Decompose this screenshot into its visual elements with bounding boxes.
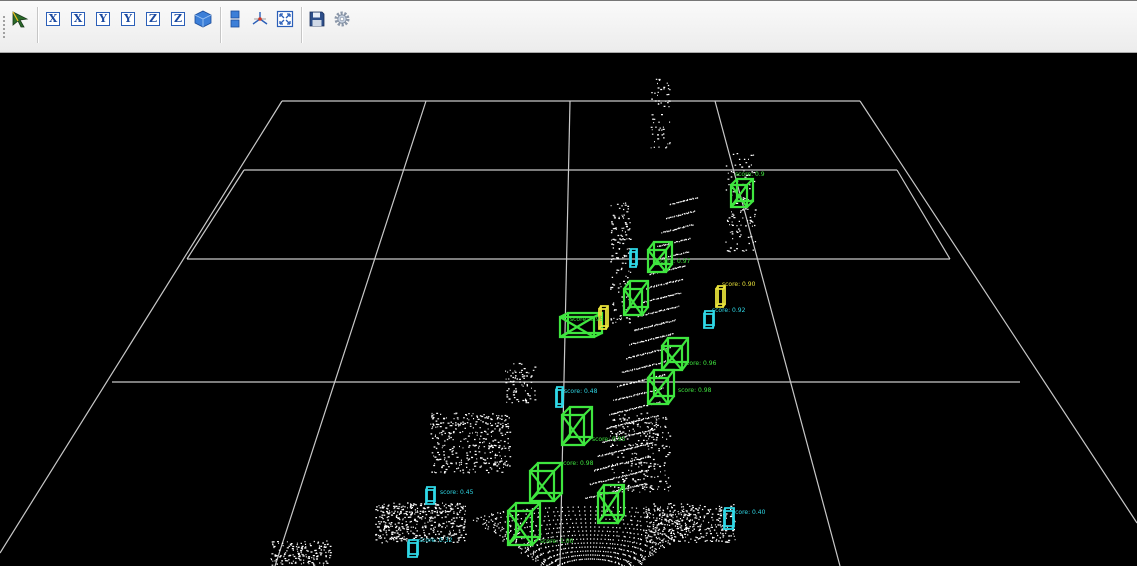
car-bounding-box [596, 483, 626, 525]
toolbar-separator [220, 7, 222, 43]
lidar-points [270, 78, 757, 566]
detection-score-label: score: 0.32 [419, 537, 453, 544]
car-bounding-box [560, 405, 594, 447]
axis-z-icon: Z [171, 12, 185, 26]
toolbar-separator [301, 7, 303, 43]
detection-score-label: score: 0.92 [712, 307, 746, 314]
detection-score-label: score: 0.9 [735, 171, 765, 178]
detection-score-label: score: 0.98 [560, 460, 594, 467]
settings-button[interactable] [332, 9, 352, 29]
point-cloud-viewport[interactable]: score: 0.9 score: 0.97 score: 0.90 score: 0… [0, 53, 1137, 566]
grid-line [714, 100, 841, 566]
toolbar-grip-handle[interactable] [2, 15, 6, 39]
toolbar-separator [37, 7, 39, 43]
view-z-positive-button[interactable]: Z [143, 9, 163, 29]
car-bounding-box [506, 501, 542, 547]
layers-icon [230, 10, 240, 28]
grid-line [0, 100, 283, 554]
cyclist-bounding-box [715, 285, 726, 308]
view-toolbar: X X Y Y Z Z [0, 0, 1137, 53]
grid-line [896, 169, 951, 260]
axis-y-icon: Y [96, 12, 110, 26]
axis-x-icon: X [46, 12, 60, 26]
view-x-positive-button[interactable]: X [43, 9, 63, 29]
car-bounding-box [622, 279, 650, 317]
axis-z-icon: Z [146, 12, 160, 26]
detection-score-labels: score: 0.9 score: 0.97 score: 0.90 score: 0… [419, 171, 766, 545]
car-bounding-box [528, 461, 564, 503]
detection-score-label: score: 0.95 [570, 316, 604, 323]
view-z-negative-button[interactable]: Z [168, 9, 188, 29]
view-y-negative-button[interactable]: Y [118, 9, 138, 29]
view-iso-button[interactable] [193, 9, 213, 29]
select-tool-button[interactable] [10, 9, 30, 29]
detection-boxes [407, 177, 755, 558]
pedestrian-bounding-box [407, 539, 419, 558]
pedestrian-bounding-box [555, 386, 564, 408]
grid-line [186, 169, 245, 260]
axis-x-icon: X [71, 12, 85, 26]
grid-line [859, 100, 1137, 524]
grid-line [274, 100, 427, 566]
fit-view-button[interactable] [275, 9, 295, 29]
detection-score-label: score: 0.90 [722, 281, 756, 288]
lidar-scene[interactable]: score: 0.9 score: 0.97 score: 0.90 score: 0… [0, 53, 1137, 566]
pedestrian-bounding-box [425, 486, 436, 505]
detection-score-label: score: 1.00 [540, 538, 574, 545]
detection-score-label: score: 0.45 [440, 489, 474, 496]
center-rotation-button[interactable] [250, 9, 270, 29]
projection-toggle-button[interactable] [225, 9, 245, 29]
floppy-disk-icon [309, 11, 325, 27]
save-view-button[interactable] [307, 9, 327, 29]
fullscreen-icon [276, 10, 294, 28]
axis-y-icon: Y [121, 12, 135, 26]
detection-score-label: score: 0.48 [564, 388, 598, 395]
point-cloud [270, 78, 757, 566]
gear-icon [334, 11, 350, 27]
car-bounding-box [646, 368, 676, 406]
view-x-negative-button[interactable]: X [68, 9, 88, 29]
pointer-arrow-icon [12, 11, 29, 28]
cube-icon [194, 10, 212, 28]
axes-tripod-icon [252, 12, 268, 25]
detection-score-label: score: 0.98 [678, 387, 712, 394]
detection-score-label: score: 0.96 [683, 360, 717, 367]
detection-score-label: score: 0.40 [732, 509, 766, 516]
detection-score-label: score: 0.97 [657, 258, 691, 265]
pedestrian-bounding-box [629, 248, 638, 268]
view-y-positive-button[interactable]: Y [93, 9, 113, 29]
detection-score-label: score: 0.95 [592, 436, 626, 443]
